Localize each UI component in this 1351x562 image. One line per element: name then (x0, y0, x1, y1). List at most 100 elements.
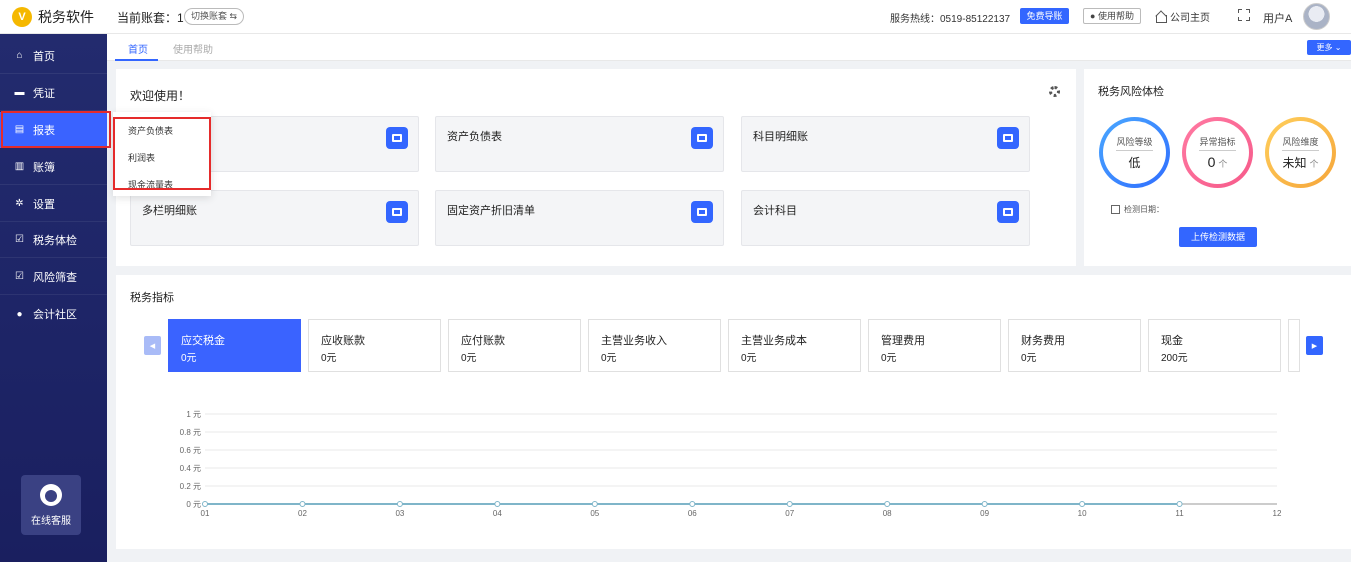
monitor-icon (691, 201, 713, 223)
online-service-button[interactable]: 在线客服 (21, 475, 81, 535)
switch-account-button[interactable]: 切换账套 ⇆ (184, 8, 245, 25)
kpi-card[interactable]: 现金 200元 (1148, 319, 1281, 372)
user-name[interactable]: 用户A (1263, 10, 1292, 26)
tab-help[interactable]: 使用帮助 (173, 41, 213, 56)
x-tick-label: 03 (395, 509, 404, 518)
check-date-label: 检测日期： (1124, 205, 1164, 214)
top-bar: V 税务软件 当前账套：1 切换账套 ⇆ 服务热线：0519-85122137 … (0, 0, 1351, 34)
data-point (689, 501, 696, 507)
sidebar-item-settings[interactable]: ✲ 设置 (0, 186, 107, 222)
quick-tile-accounts[interactable]: 会计科目 (741, 190, 1030, 246)
quick-tile-balance-sheet[interactable]: 资产负债表 (435, 116, 724, 172)
upload-check-data-button[interactable]: 上传检测数据 (1179, 227, 1257, 247)
kpi-value: 0元 (881, 353, 897, 364)
list-icon (997, 201, 1019, 223)
tile-label: 会计科目 (753, 205, 797, 217)
x-tick-label: 08 (883, 509, 892, 518)
company-home-label: 公司主页 (1170, 13, 1210, 24)
ring-label: 异常指标 (1199, 135, 1236, 151)
more-button[interactable]: 更多 ⌄ (1307, 40, 1351, 55)
sidebar-item-label: 凭证 (33, 87, 55, 100)
calendar-icon (1111, 205, 1120, 214)
indicators-title: 税务指标 (130, 292, 174, 304)
app-logo[interactable]: V 税务软件 (12, 7, 94, 27)
avatar[interactable] (1303, 3, 1330, 30)
highlight-box (113, 117, 211, 190)
pin-icon: ● (16, 308, 23, 320)
sidebar-item-label: 税务体检 (33, 234, 77, 247)
kpi-card[interactable]: 财务费用 0元 (1008, 319, 1141, 372)
help-button[interactable]: ● 使用帮助 (1083, 8, 1141, 24)
x-tick-label: 01 (201, 509, 210, 518)
ring-value: 0 (1207, 154, 1216, 170)
free-import-button[interactable]: 免费导账 (1020, 8, 1069, 24)
ring-label: 风险等级 (1116, 135, 1153, 151)
sidebar-item-label: 设置 (33, 198, 55, 211)
risk-level-ring: 风险等级低 (1099, 117, 1170, 188)
tax-indicators-card: 税务指标 ◀ 应交税金 0元 应收账款 0元 应付账款 0元 主营业务收入 0元 主营业… (116, 275, 1351, 549)
sidebar-item-community[interactable]: ● 会计社区 (0, 296, 107, 332)
kpi-name: 现金 (1161, 335, 1183, 347)
ring-value: 未知 (1282, 155, 1307, 170)
tile-label: 资产负债表 (447, 131, 502, 143)
sidebar-item-tax-checkup[interactable]: ☑ 税务体检 (0, 222, 107, 258)
help-icon: ● (1090, 11, 1096, 21)
x-tick-label: 06 (688, 509, 697, 518)
voucher-icon: ▬ (14, 87, 25, 98)
data-point (786, 501, 793, 507)
y-tick-label: 0.2 元 (180, 482, 201, 491)
logo-icon: V (12, 7, 32, 27)
sidebar-item-voucher[interactable]: ▬ 凭证 (0, 75, 107, 111)
headset-icon (40, 483, 62, 506)
kpi-name: 应付账款 (461, 335, 505, 347)
sidebar-item-home[interactable]: ⌂ 首页 (0, 38, 107, 74)
online-service-label: 在线客服 (31, 515, 71, 527)
y-tick-label: 0.8 元 (180, 428, 201, 437)
help-label: 使用帮助 (1097, 11, 1134, 21)
kpi-name: 管理费用 (881, 335, 925, 347)
company-home-link[interactable]: 公司主页 (1155, 9, 1210, 24)
ring-label: 风险维度 (1282, 135, 1319, 151)
kpi-value: 0元 (321, 353, 337, 364)
tab-home[interactable]: 首页 (128, 41, 148, 56)
sidebar-item-risk-screening[interactable]: ☑ 风险筛查 (0, 259, 107, 295)
sidebar-item-ledger[interactable]: ▥ 账簿 (0, 149, 107, 185)
next-arrow-icon[interactable]: ▶ (1306, 336, 1323, 355)
house-icon (1155, 11, 1167, 23)
risk-title: 税务风险体检 (1098, 86, 1164, 98)
sheet-icon (691, 127, 713, 149)
quick-tile-multi-column[interactable]: 多栏明细账 (130, 190, 419, 246)
current-account: 当前账套：1 (117, 9, 184, 26)
x-tick-label: 07 (785, 509, 794, 518)
fullscreen-icon[interactable] (1238, 9, 1250, 21)
app-name: 税务软件 (38, 9, 94, 25)
home-icon: ⌂ (16, 50, 23, 61)
ring-value: 低 (1128, 155, 1141, 170)
switch-icon: ⇆ (229, 11, 238, 21)
kpi-card[interactable]: 主营业务成本 0元 (728, 319, 861, 372)
gear-icon[interactable] (1049, 86, 1060, 97)
x-tick-label: 10 (1078, 509, 1087, 518)
highlight-box (1, 111, 111, 148)
ring-unit: 个 (1309, 158, 1319, 169)
risk-icon: ☑ (15, 271, 24, 282)
kpi-card[interactable]: 主营业务收入 0元 (588, 319, 721, 372)
quick-tile-subject-detail[interactable]: 科目明细账 (741, 116, 1030, 172)
kpi-card[interactable]: 管理费用 0元 (868, 319, 1001, 372)
kpi-card-partial[interactable] (1288, 319, 1300, 372)
kpi-name: 财务费用 (1021, 335, 1065, 347)
risk-card: 税务风险体检 风险等级低 异常指标 0 个 风险维度 未知个 检测日期： 上传检测数据 (1084, 69, 1351, 266)
welcome-title: 欢迎使用！ (130, 89, 191, 103)
x-tick-label: 11 (1175, 509, 1184, 518)
kpi-card[interactable]: 应收账款 0元 (308, 319, 441, 372)
sidebar-item-label: 账簿 (33, 161, 55, 174)
tile-label: 固定资产折旧清单 (447, 205, 535, 217)
kpi-card[interactable]: 应付账款 0元 (448, 319, 581, 372)
quick-tile-depreciation[interactable]: 固定资产折旧清单 (435, 190, 724, 246)
prev-arrow-icon[interactable]: ◀ (144, 336, 161, 355)
tab-bar: 首页 使用帮助 更多 ⌄ (107, 34, 1351, 61)
ring-unit: 个 (1218, 159, 1228, 169)
kpi-card[interactable]: 应交税金 0元 (168, 319, 301, 372)
sidebar-item-label: 首页 (33, 50, 55, 63)
check-date: 检测日期： (1111, 204, 1164, 215)
